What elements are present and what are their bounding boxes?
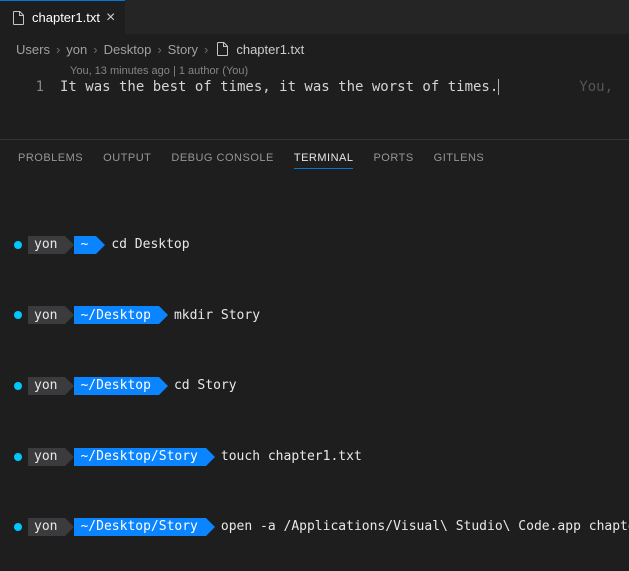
prompt-dot-icon [14,523,22,531]
command-text: cd Story [168,377,237,395]
line-number: 1 [16,79,60,95]
prompt-path: ~/Desktop/Story [74,518,205,536]
prompt-arrow-icon [206,448,215,466]
close-icon[interactable]: × [106,10,115,26]
terminal-line: yon ~/Desktop cd Story [14,377,615,395]
terminal-line: yon ~/Desktop/Story touch chapter1.txt [14,448,615,466]
prompt-arrow-icon [159,306,168,324]
terminal-line: yon ~ cd Desktop [14,236,615,254]
editor-area[interactable]: You, 13 minutes ago | 1 author (You) 1 I… [0,63,629,95]
breadcrumb[interactable]: Users › yon › Desktop › Story › chapter1… [0,35,629,63]
breadcrumb-seg[interactable]: yon [66,42,87,57]
prompt-path: ~ [74,236,96,254]
code-line[interactable]: It was the best of times, it was the wor… [60,79,498,95]
editor-tabs-bar: chapter1.txt × [0,0,629,35]
prompt-path: ~/Desktop [74,377,158,395]
prompt-arrow-icon [65,306,74,324]
command-text: mkdir Story [168,307,260,325]
prompt-dot-icon [14,241,22,249]
command-text: touch chapter1.txt [215,448,362,466]
chevron-right-icon: › [204,42,208,57]
inline-blame: You, [539,79,613,95]
prompt-user: yon [28,377,65,395]
prompt-arrow-icon [159,377,168,395]
prompt-dot-icon [14,382,22,390]
terminal-line: yon ~/Desktop/Story open -a /Application… [14,518,615,536]
tab-filename: chapter1.txt [32,10,100,25]
prompt-arrow-icon [206,518,215,536]
prompt-dot-icon [14,453,22,461]
file-icon [214,41,230,57]
cursor [498,79,499,95]
codelens-blame[interactable]: You, 13 minutes ago | 1 author (You) [16,63,613,79]
terminal-line: yon ~/Desktop mkdir Story [14,306,615,324]
prompt-dot-icon [14,311,22,319]
panel-tabs: PROBLEMS OUTPUT DEBUG CONSOLE TERMINAL P… [0,140,629,177]
breadcrumb-seg[interactable]: Users [16,42,50,57]
prompt-arrow-icon [96,236,105,254]
file-icon [10,10,26,26]
tab-terminal[interactable]: TERMINAL [294,148,354,169]
breadcrumb-seg[interactable]: Story [168,42,198,57]
tab-ports[interactable]: PORTS [373,148,413,169]
tab-chapter1[interactable]: chapter1.txt × [0,0,125,34]
tab-debug-console[interactable]: DEBUG CONSOLE [171,148,273,169]
tab-problems[interactable]: PROBLEMS [18,148,83,169]
command-text: cd Desktop [105,236,189,254]
prompt-user: yon [28,518,65,536]
prompt-arrow-icon [65,377,74,395]
prompt-path: ~/Desktop/Story [74,448,205,466]
breadcrumb-seg[interactable]: Desktop [104,42,152,57]
prompt-user: yon [28,448,65,466]
chevron-right-icon: › [157,42,161,57]
tab-output[interactable]: OUTPUT [103,148,151,169]
command-text: open -a /Applications/Visual\ Studio\ Co… [215,518,629,536]
prompt-arrow-icon [65,518,74,536]
chevron-right-icon: › [93,42,97,57]
prompt-user: yon [28,306,65,324]
breadcrumb-seg[interactable]: chapter1.txt [236,42,304,57]
prompt-user: yon [28,236,65,254]
prompt-arrow-icon [65,236,74,254]
chevron-right-icon: › [56,42,60,57]
terminal-content[interactable]: yon ~ cd Desktop yon ~/Desktop mkdir Sto… [0,177,629,571]
prompt-path: ~/Desktop [74,306,158,324]
bottom-panel: PROBLEMS OUTPUT DEBUG CONSOLE TERMINAL P… [0,139,629,571]
tab-gitlens[interactable]: GITLENS [434,148,485,169]
prompt-arrow-icon [65,448,74,466]
